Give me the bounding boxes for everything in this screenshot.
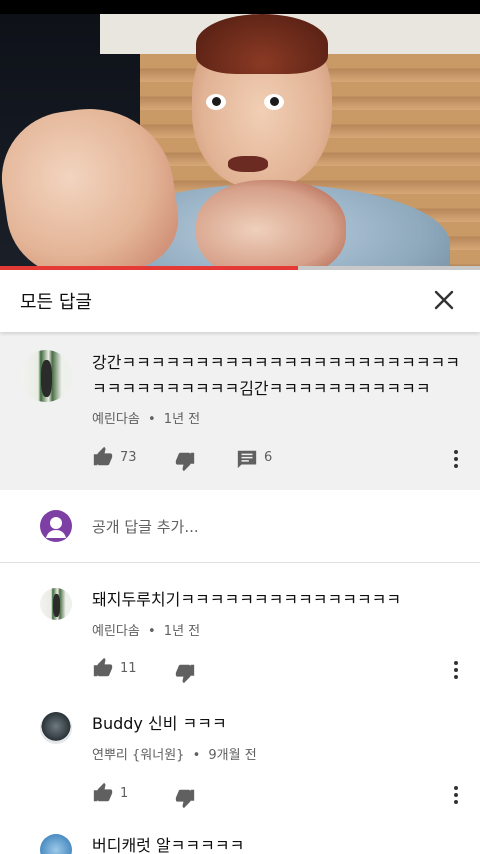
like-count: 73	[120, 450, 137, 465]
more-vert-icon	[454, 450, 458, 468]
reply-time: 1년 전	[163, 624, 201, 639]
like-button[interactable]	[92, 657, 114, 683]
thumbs-up-icon	[93, 657, 113, 677]
meta-separator: •	[147, 624, 156, 639]
reply-count-button[interactable]	[236, 448, 258, 474]
account-icon	[46, 517, 66, 538]
reply-time: 9개월 전	[208, 748, 257, 763]
divider	[0, 562, 480, 563]
dislike-button[interactable]	[174, 662, 196, 688]
add-reply-input[interactable]: 공개 답글 추가...	[92, 516, 199, 537]
like-count: 11	[120, 661, 137, 676]
like-button[interactable]	[92, 446, 114, 472]
meta-separator: •	[192, 748, 201, 763]
replies-sheet-header: 모든 답글	[0, 270, 480, 332]
video-scene-mouth	[228, 156, 268, 172]
comment-author[interactable]: 예린다솜	[92, 412, 140, 427]
avatar[interactable]	[40, 712, 72, 744]
more-options-button[interactable]	[448, 659, 464, 685]
more-vert-icon	[454, 786, 458, 804]
like-count: 1	[120, 786, 129, 801]
reply-text: Buddy 신비 ㅋㅋㅋ	[92, 714, 227, 733]
video-scene-eye-left	[206, 94, 226, 110]
meta-separator: •	[147, 412, 156, 427]
video-player[interactable]	[0, 14, 480, 266]
status-bar	[0, 0, 480, 14]
page-title: 모든 답글	[20, 292, 92, 313]
close-icon	[434, 290, 454, 310]
thumbs-up-icon	[93, 782, 113, 802]
video-scene-person-hair	[196, 14, 328, 74]
close-button[interactable]	[428, 284, 460, 316]
avatar	[40, 510, 72, 542]
video-scene-eye-right	[264, 94, 284, 110]
avatar[interactable]	[40, 834, 72, 854]
reply-text: 돼지두루치기ㅋㅋㅋㅋㅋㅋㅋㅋㅋㅋㅋㅋㅋㅋㅋ	[92, 590, 402, 609]
comment-text-line2: ㅋㅋㅋㅋㅋㅋㅋㅋㅋㅋ김간ㅋㅋㅋㅋㅋㅋㅋㅋㅋㅋㅋ	[92, 379, 431, 398]
reply-text: 버디캐럿 알ㅋㅋㅋㅋㅋ	[92, 836, 245, 854]
reply-count: 6	[264, 450, 273, 465]
thumbs-up-icon	[93, 446, 113, 466]
more-options-button[interactable]	[448, 784, 464, 810]
comment-text-line1: 강간ㅋㅋㅋㅋㅋㅋㅋㅋㅋㅋㅋㅋㅋㅋㅋㅋㅋㅋㅋㅋㅋㅋㅋ	[92, 353, 461, 372]
video-scene-hand-right	[196, 180, 346, 266]
dislike-button[interactable]	[174, 787, 196, 813]
dislike-button[interactable]	[174, 450, 196, 476]
more-vert-icon	[454, 661, 458, 679]
more-options-button[interactable]	[448, 448, 464, 474]
avatar[interactable]	[20, 350, 72, 402]
thumbs-down-icon	[175, 452, 195, 472]
like-button[interactable]	[92, 782, 114, 808]
reply-meta: 연뿌리 {워너원} • 9개월 전	[92, 744, 257, 763]
comment-meta: 예린다솜 • 1년 전	[92, 408, 200, 427]
thumbs-down-icon	[175, 789, 195, 809]
comment-icon	[237, 450, 257, 469]
thumbs-down-icon	[175, 664, 195, 684]
reply-author[interactable]: 예린다솜	[92, 624, 140, 639]
comment-time: 1년 전	[163, 412, 201, 427]
reply-meta: 예린다솜 • 1년 전	[92, 620, 200, 639]
reply-author[interactable]: 연뿌리 {워너원}	[92, 748, 184, 763]
parent-comment: 강간ㅋㅋㅋㅋㅋㅋㅋㅋㅋㅋㅋㅋㅋㅋㅋㅋㅋㅋㅋㅋㅋㅋㅋ ㅋㅋㅋㅋㅋㅋㅋㅋㅋㅋ김간ㅋㅋ…	[0, 332, 480, 490]
avatar[interactable]	[40, 588, 72, 620]
